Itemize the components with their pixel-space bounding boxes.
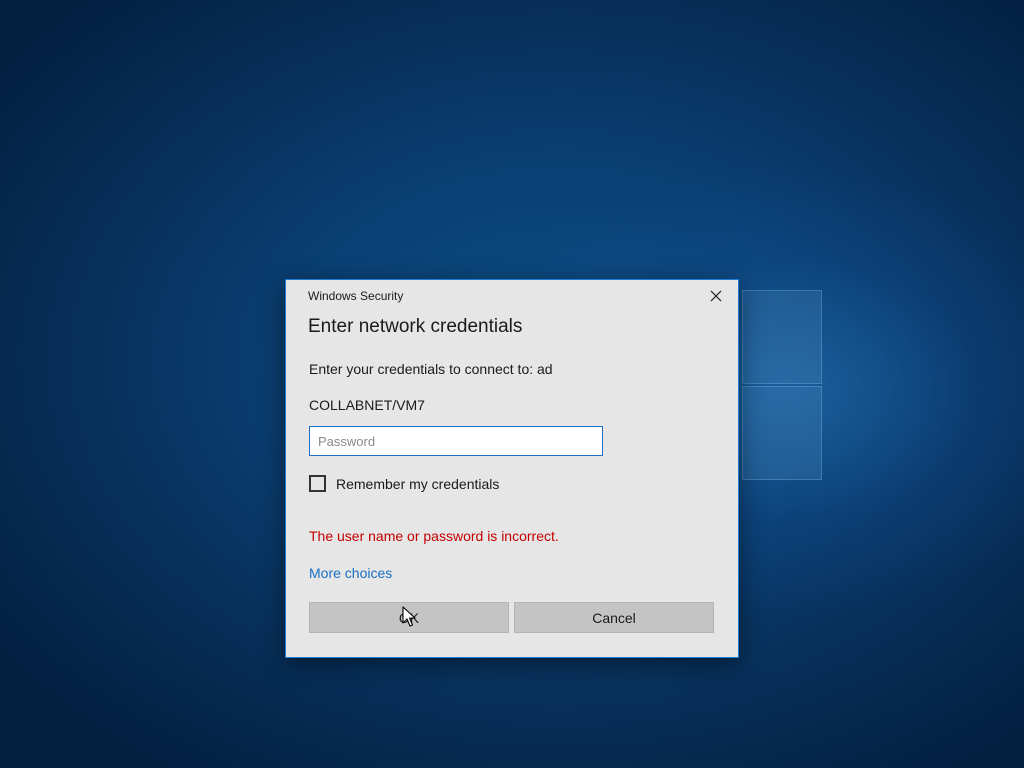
more-choices-link[interactable]: More choices [309, 565, 392, 581]
connect-prompt: Enter your credentials to connect to: ad [309, 361, 553, 377]
close-icon [710, 290, 722, 302]
dialog-title: Enter network credentials [308, 316, 523, 337]
logo-pane-top [742, 290, 822, 384]
remember-credentials-row[interactable]: Remember my credentials [309, 475, 499, 492]
remember-credentials-label: Remember my credentials [336, 475, 500, 492]
logo-pane-bottom [742, 386, 822, 480]
ok-button[interactable]: OK [309, 602, 509, 633]
ok-button-label: OK [398, 609, 420, 626]
close-button[interactable] [702, 284, 730, 308]
cancel-button[interactable]: Cancel [514, 602, 714, 633]
password-input[interactable] [309, 426, 603, 456]
dialog-caption: Windows Security [308, 289, 404, 303]
credentials-dialog: Windows Security Enter network credentia… [285, 279, 739, 658]
error-message: The user name or password is incorrect. [309, 528, 559, 544]
remember-credentials-checkbox[interactable] [309, 475, 326, 492]
username-label: COLLABNET/VM7 [309, 397, 425, 413]
cancel-button-label: Cancel [592, 609, 636, 626]
windows-logo-icon [742, 290, 822, 480]
